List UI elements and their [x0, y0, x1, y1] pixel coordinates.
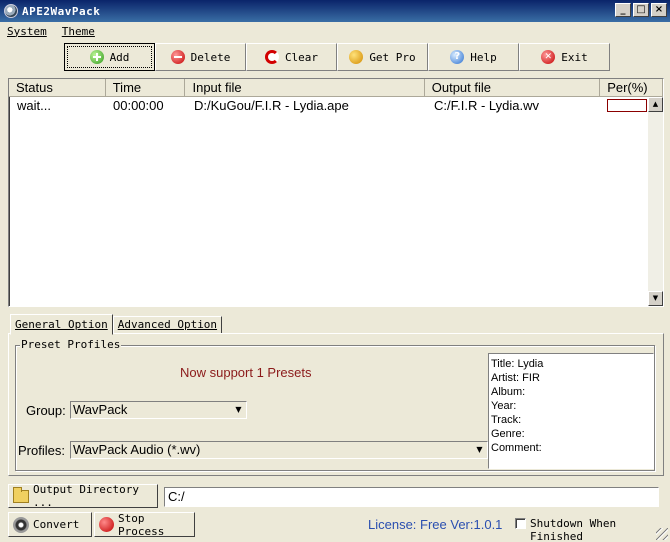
column-status[interactable]: Status — [9, 79, 106, 97]
convert-button[interactable]: Convert — [8, 512, 92, 537]
delete-button[interactable]: Delete — [155, 43, 246, 71]
help-button[interactable]: ? Help — [428, 43, 519, 71]
window-title: APE2WavPack — [22, 4, 101, 18]
help-icon: ? — [450, 50, 465, 64]
profiles-label: Profiles: — [18, 443, 65, 458]
tag-track: Track: — [491, 414, 522, 426]
tag-album: Album: — [491, 386, 526, 398]
exit-icon: ✕ — [541, 50, 556, 64]
add-button[interactable]: Add — [64, 43, 155, 71]
stop-icon — [99, 517, 114, 532]
menu-bar: System Theme — [0, 22, 670, 40]
tag-artist: Artist: FIR — [491, 372, 540, 384]
menu-theme[interactable]: Theme — [55, 25, 103, 38]
preset-profiles-legend: Preset Profiles — [20, 338, 122, 351]
row-input-file: D:/KuGou/F.I.R - Lydia.ape — [194, 98, 349, 113]
tag-info-box: Title: Lydia Artist: FIR Album: Year: Tr… — [488, 353, 654, 469]
maximize-button[interactable]: □ — [633, 3, 649, 17]
output-directory-input[interactable]: C:/ — [164, 487, 659, 507]
tab-advanced-option[interactable]: Advanced Option — [112, 316, 223, 334]
tab-general-option[interactable]: General Option — [10, 314, 113, 335]
preset-profiles-group: Preset Profiles Now support 1 Presets Gr… — [15, 338, 655, 471]
clear-button[interactable]: Clear — [246, 43, 337, 71]
row-percent — [602, 97, 650, 114]
file-list[interactable]: Status Time Input file Output file Per(%… — [8, 78, 664, 307]
film-reel-icon — [13, 516, 29, 533]
group-label: Group: — [26, 403, 66, 418]
row-time: 00:00:00 — [113, 98, 164, 113]
row-status: wait... — [17, 98, 51, 113]
column-input-file[interactable]: Input file — [185, 79, 425, 97]
tag-year: Year: — [491, 400, 517, 412]
scroll-up-button[interactable]: ▲ — [648, 97, 663, 112]
close-button[interactable]: × — [651, 3, 667, 17]
file-list-scrollbar[interactable]: ▲ ▼ — [648, 97, 663, 306]
menu-system[interactable]: System — [0, 25, 55, 38]
profiles-select[interactable]: WavPack Audio (*.wv) ▼ — [70, 441, 488, 459]
exit-button[interactable]: ✕ Exit — [519, 43, 610, 71]
chevron-down-icon[interactable]: ▼ — [232, 403, 245, 417]
row-progress-bar — [607, 99, 647, 112]
shutdown-label[interactable]: Shutdown When Finished — [530, 517, 670, 542]
column-output-file[interactable]: Output file — [424, 79, 601, 97]
chevron-down-icon[interactable]: ▼ — [473, 443, 486, 457]
clear-icon — [264, 50, 279, 64]
column-percent[interactable]: Per(%) — [600, 79, 663, 97]
tag-title: Title: Lydia — [491, 358, 544, 370]
output-directory-button[interactable]: Output Directory ... — [8, 483, 158, 509]
toolbar: Add Delete Clear Get Pro ? Help ✕ Exit — [64, 43, 610, 71]
option-tabs: General Option Advanced Option — [10, 314, 223, 335]
row-output-file: C:/F.I.R - Lydia.wv — [434, 98, 539, 113]
smiley-icon — [349, 50, 364, 64]
table-row[interactable]: wait... 00:00:00 D:/KuGou/F.I.R - Lydia.… — [9, 97, 663, 114]
tag-comment: Comment: — [491, 442, 542, 454]
tag-genre: Genre: — [491, 428, 525, 440]
group-select[interactable]: WavPack ▼ — [70, 401, 247, 419]
stop-process-button[interactable]: Stop Process — [94, 512, 195, 538]
title-bar: APE2WavPack _ □ × — [0, 0, 670, 22]
file-list-header: Status Time Input file Output file Per(%… — [9, 79, 663, 97]
resize-grip[interactable] — [656, 528, 668, 540]
folder-icon — [13, 486, 29, 503]
minimize-button[interactable]: _ — [615, 3, 631, 17]
window-controls: _ □ × — [615, 3, 667, 17]
scroll-down-button[interactable]: ▼ — [648, 291, 663, 306]
shutdown-checkbox[interactable] — [515, 518, 526, 529]
add-icon — [89, 50, 104, 64]
get-pro-button[interactable]: Get Pro — [337, 43, 428, 71]
column-time[interactable]: Time — [105, 79, 186, 97]
support-presets-text: Now support 1 Presets — [180, 365, 312, 380]
license-text: License: Free Ver:1.0.1 — [368, 517, 503, 532]
app-cd-icon — [4, 4, 18, 18]
general-option-panel: Preset Profiles Now support 1 Presets Gr… — [8, 333, 664, 476]
delete-icon — [170, 50, 185, 64]
